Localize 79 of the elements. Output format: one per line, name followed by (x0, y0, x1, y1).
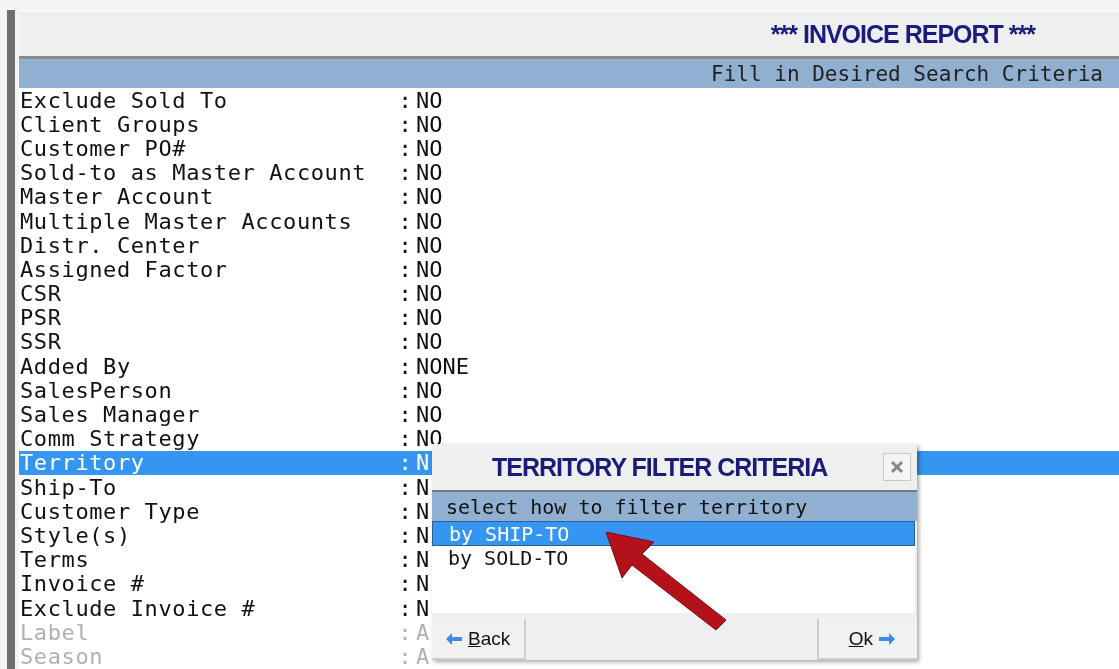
field-value: N (416, 595, 430, 621)
field-label[interactable]: CSR (19, 281, 394, 307)
colon-mark: : (397, 426, 413, 452)
field-label[interactable]: Invoice # (19, 571, 394, 597)
colon-mark: : (397, 643, 413, 669)
close-button[interactable] (883, 453, 911, 481)
colon-mark: : (397, 329, 413, 355)
colon-mark: : (397, 547, 413, 573)
colon-mark: : (397, 353, 413, 379)
field-value: N (416, 474, 430, 500)
colon-mark: : (397, 111, 413, 137)
colon-mark: : (397, 571, 413, 597)
colon-mark: : (397, 619, 413, 645)
field-label[interactable]: Exclude Invoice # (19, 595, 394, 621)
field-value: N (416, 498, 430, 524)
field-label[interactable]: Sold-to as Master Account (19, 160, 394, 186)
ok-button[interactable]: Ok (816, 619, 917, 660)
field-value: NO (416, 208, 443, 234)
field-label[interactable]: Client Groups (19, 111, 394, 137)
subtitle: Fill in Desired Search Criteria (711, 61, 1103, 86)
colon-mark: : (397, 595, 413, 621)
field-value: NO (416, 184, 443, 210)
field-label[interactable]: Distr. Center (19, 232, 394, 258)
colon-mark: : (397, 256, 413, 282)
field-value: NONE (416, 353, 469, 379)
colon-mark: : (397, 135, 413, 161)
report-title: *** INVOICE REPORT *** (770, 19, 1035, 49)
field-value: N (416, 522, 430, 548)
field-value: NO (416, 402, 443, 428)
field-value: N (416, 571, 430, 597)
field-label[interactable]: SSR (19, 329, 394, 355)
colon-mark: : (397, 208, 413, 234)
field-value: A (416, 643, 430, 669)
field-label[interactable]: Sales Manager (19, 402, 394, 428)
colon-mark: : (397, 87, 413, 113)
colon-mark: : (397, 522, 413, 548)
field-label[interactable]: Exclude Sold To (19, 87, 394, 113)
colon-mark: : (397, 184, 413, 210)
back-button[interactable]: Back (432, 619, 527, 660)
field-value: NO (416, 329, 443, 355)
colon-mark: : (397, 450, 413, 476)
field-label[interactable]: Customer PO# (19, 135, 394, 161)
left-arrow-icon (446, 632, 462, 645)
field-value: NO (416, 160, 443, 186)
colon-mark: : (397, 474, 413, 500)
colon-mark: : (397, 498, 413, 524)
field-value: N (416, 547, 430, 573)
field-label[interactable]: Terms (19, 547, 394, 573)
field-label[interactable]: SalesPerson (19, 377, 394, 403)
field-label[interactable]: PSR (19, 305, 394, 331)
field-label[interactable]: Added By (19, 353, 394, 379)
dialog-prompt: select how to filter territory (432, 490, 917, 521)
field-value: NO (416, 377, 443, 403)
field-value: N (416, 450, 430, 476)
colon-mark: : (397, 377, 413, 403)
field-value: NO (416, 256, 443, 282)
field-label[interactable]: Master Account (19, 184, 394, 210)
field-label[interactable]: Comm Strategy (19, 426, 394, 452)
field-label[interactable]: Assigned Factor (19, 256, 394, 282)
field-value: NO (416, 135, 443, 161)
field-value: NO (416, 232, 443, 258)
colon-mark: : (397, 402, 413, 428)
field-label[interactable]: Style(s) (19, 522, 394, 548)
field-value: NO (416, 111, 443, 137)
colon-mark: : (397, 281, 413, 307)
field-value: NO (416, 87, 443, 113)
option-item[interactable]: by SOLD-TO (432, 546, 915, 569)
field-value: A (416, 619, 430, 645)
close-icon (890, 460, 904, 474)
colon-mark: : (397, 232, 413, 258)
field-label[interactable]: Customer Type (19, 498, 394, 524)
right-arrow-icon (879, 632, 895, 645)
field-value: NO (416, 281, 443, 307)
field-value: NO (416, 305, 443, 331)
field-label[interactable]: Ship-To (19, 474, 394, 500)
colon-mark: : (397, 160, 413, 186)
dialog-title: TERRITORY FILTER CRITERIA (492, 452, 828, 482)
colon-mark: : (397, 305, 413, 331)
field-label[interactable]: Multiple Master Accounts (19, 208, 394, 234)
